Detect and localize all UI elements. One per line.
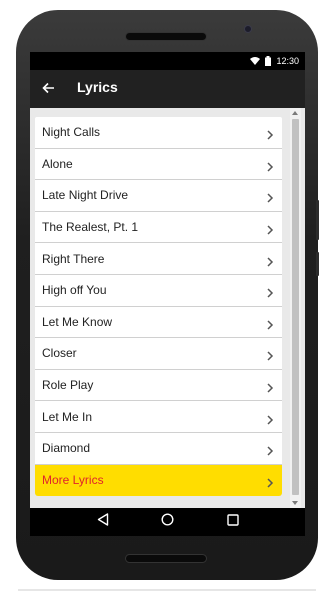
chevron-right-icon: [266, 285, 274, 298]
list-item[interactable]: Late Night Drive: [35, 180, 282, 212]
list-item[interactable]: Let Me In: [35, 401, 282, 433]
app-bar: Lyrics: [30, 70, 305, 108]
square-recents-icon: [226, 513, 239, 531]
earpiece-speaker: [125, 32, 207, 41]
list-item-label: Diamond: [42, 441, 91, 456]
list-item[interactable]: High off You: [35, 274, 282, 307]
list-item-label: Let Me Know: [42, 314, 113, 329]
page-title: Lyrics: [77, 79, 118, 95]
scroll-down-arrow-icon[interactable]: [292, 501, 298, 505]
list-item[interactable]: Alone: [35, 148, 282, 181]
chevron-right-icon: [266, 222, 274, 235]
list-item[interactable]: Night Calls: [35, 117, 282, 149]
chevron-right-icon: [266, 254, 274, 267]
android-nav-bar: [30, 508, 305, 536]
list-item[interactable]: Role Play: [35, 369, 282, 402]
list-item-label: High off You: [42, 283, 107, 298]
status-time: 12:30: [276, 56, 299, 66]
chevron-right-icon: [266, 190, 274, 204]
chevron-right-icon: [266, 159, 274, 172]
list-item[interactable]: Closer: [35, 338, 282, 370]
chevron-right-icon: [266, 475, 274, 488]
list-item-label: Let Me In: [42, 409, 93, 424]
back-button[interactable]: [36, 78, 60, 102]
nav-recents-button[interactable]: [223, 512, 243, 532]
list-item-label: Late Night Drive: [42, 188, 129, 203]
list-item[interactable]: The Realest, Pt. 1: [35, 211, 282, 244]
list-item-label: The Realest, Pt. 1: [42, 220, 139, 235]
arrow-left-icon: [41, 81, 55, 99]
scrollbar-thumb[interactable]: [292, 119, 299, 495]
scrollbar[interactable]: [290, 108, 301, 508]
chevron-right-icon: [266, 127, 274, 140]
battery-icon: [265, 56, 272, 66]
triangle-back-icon: [97, 513, 109, 531]
list-item-label: Night Calls: [42, 125, 101, 140]
nav-home-button[interactable]: [158, 512, 178, 532]
chevron-right-icon: [266, 443, 274, 456]
phone-screen: 12:30 Lyrics Night Calls Alone Late Nigh…: [30, 52, 305, 536]
list-item-label: Alone: [42, 156, 73, 171]
chevron-right-icon: [266, 380, 274, 393]
lyrics-list-area: Night Calls Alone Late Night Drive The R…: [30, 108, 305, 508]
list-item[interactable]: Diamond: [35, 432, 282, 465]
stage: 12:30 Lyrics Night Calls Alone Late Nigh…: [0, 0, 331, 591]
list-item-label: Closer: [42, 346, 77, 361]
chevron-right-icon: [266, 412, 274, 425]
list-item-label: Role Play: [42, 378, 94, 393]
bottom-speaker: [125, 554, 207, 563]
front-camera: [244, 25, 252, 33]
chevron-right-icon: [266, 348, 274, 361]
circle-home-icon: [161, 513, 174, 531]
volume-button: [316, 200, 319, 240]
more-lyrics-label: More Lyrics: [42, 473, 104, 488]
power-button: [316, 252, 319, 276]
list-item[interactable]: Let Me Know: [35, 306, 282, 339]
nav-back-button[interactable]: [93, 512, 113, 532]
lyrics-list: Night Calls Alone Late Night Drive The R…: [35, 117, 282, 497]
list-item[interactable]: Right There: [35, 243, 282, 275]
more-lyrics-button[interactable]: More Lyrics: [35, 464, 282, 497]
list-item-label: Right There: [42, 251, 105, 266]
chevron-right-icon: [266, 317, 274, 330]
wifi-icon: [250, 57, 261, 65]
status-bar: 12:30: [30, 52, 305, 70]
scroll-up-arrow-icon[interactable]: [292, 111, 298, 115]
